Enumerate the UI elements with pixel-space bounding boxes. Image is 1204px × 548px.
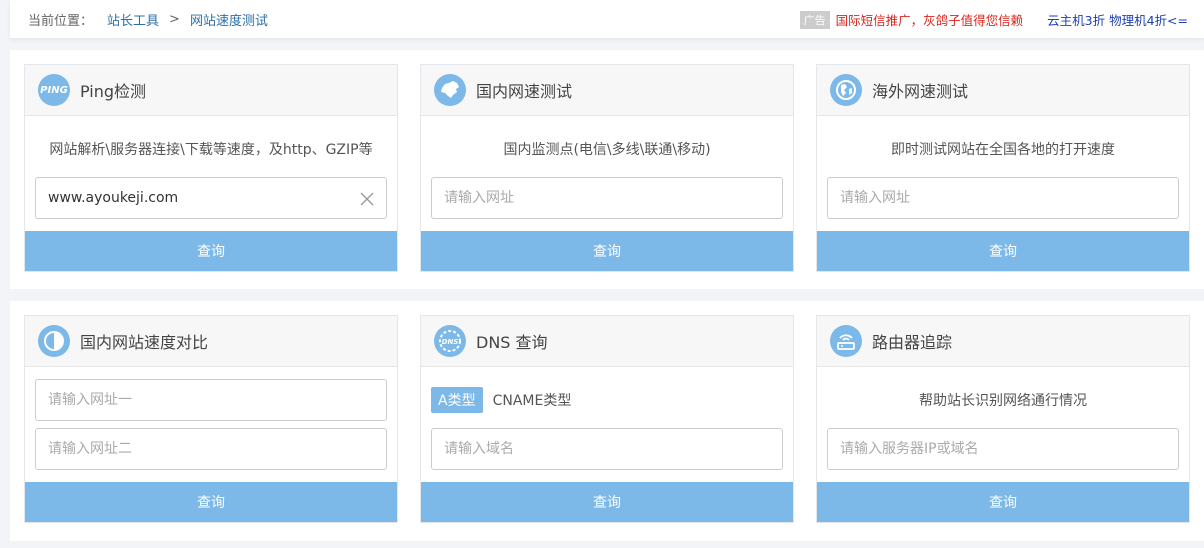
card-compare-speed: 国内网站速度对比 查询 bbox=[24, 315, 398, 523]
card-header: 国内网站速度对比 bbox=[25, 316, 397, 367]
ping-query-button[interactable]: 查询 bbox=[25, 231, 397, 271]
card-dns: DNS DNS 查询 A类型 CNAME类型 查询 bbox=[420, 315, 794, 523]
ping-url-input[interactable] bbox=[35, 177, 387, 219]
card-title: 海外网速测试 bbox=[872, 82, 969, 101]
compare-url-input-1[interactable] bbox=[35, 379, 387, 421]
china-map-icon bbox=[434, 74, 466, 106]
dns-icon: DNS bbox=[434, 325, 466, 357]
ad-badge: 广告 bbox=[799, 10, 830, 29]
traceroute-input[interactable] bbox=[827, 428, 1179, 470]
tool-row-1: PING Ping检测 网站解析\服务器连接\下载等速度，及http、GZIP等… bbox=[10, 50, 1204, 289]
card-title: Ping检测 bbox=[80, 82, 147, 101]
card-title: 国内网站速度对比 bbox=[80, 333, 209, 352]
card-ping: PING Ping检测 网站解析\服务器连接\下载等速度，及http、GZIP等… bbox=[24, 64, 398, 272]
dns-icon-text: DNS bbox=[442, 338, 459, 346]
card-overseas-speed: 海外网速测试 即时测试网站在全国各地的打开速度 查询 bbox=[816, 64, 1190, 272]
dns-type-cname[interactable]: CNAME类型 bbox=[493, 390, 572, 410]
ad-link-sms[interactable]: 国际短信推广，灰鸽子值得您信赖 bbox=[836, 10, 1024, 29]
globe-icon bbox=[830, 74, 862, 106]
card-header: PING Ping检测 bbox=[25, 65, 397, 116]
breadcrumb-link-tools[interactable]: 站长工具 bbox=[107, 10, 159, 29]
card-description: 帮助站长识别网络通行情况 bbox=[919, 393, 1087, 409]
ping-icon-text: PING bbox=[40, 84, 68, 96]
card-title: 国内网速测试 bbox=[476, 82, 573, 101]
compare-url-input-2[interactable] bbox=[35, 428, 387, 470]
card-header: 国内网速测试 bbox=[421, 65, 793, 116]
dns-type-a[interactable]: A类型 bbox=[431, 387, 483, 413]
card-title: 路由器追踪 bbox=[872, 333, 953, 352]
compare-query-button[interactable]: 查询 bbox=[25, 482, 397, 522]
clear-icon[interactable] bbox=[359, 191, 375, 207]
breadcrumb-label: 当前位置： bbox=[28, 14, 94, 29]
ad-area: 广告 国际短信推广，灰鸽子值得您信赖 云主机3折 物理机4折<= bbox=[799, 10, 1188, 29]
card-domestic-speed: 国内网速测试 国内监测点(电信\多线\联通\移动) 查询 bbox=[420, 64, 794, 272]
card-title: DNS 查询 bbox=[476, 333, 548, 352]
overseas-query-button[interactable]: 查询 bbox=[817, 231, 1189, 271]
breadcrumb-link-speed-test[interactable]: 网站速度测试 bbox=[190, 10, 268, 29]
ping-icon: PING bbox=[38, 74, 70, 106]
dns-type-selector: A类型 CNAME类型 bbox=[431, 387, 571, 413]
ad-link-hosting[interactable]: 云主机3折 物理机4折<= bbox=[1047, 10, 1188, 29]
breadcrumb: 当前位置： 站长工具 > 网站速度测试 bbox=[28, 10, 268, 29]
overseas-url-input[interactable] bbox=[827, 177, 1179, 219]
card-header: 海外网速测试 bbox=[817, 65, 1189, 116]
traceroute-query-button[interactable]: 查询 bbox=[817, 482, 1189, 522]
card-traceroute: 路由器追踪 帮助站长识别网络通行情况 查询 bbox=[816, 315, 1190, 523]
half-circle-icon bbox=[38, 325, 70, 357]
dns-query-button[interactable]: 查询 bbox=[421, 482, 793, 522]
card-description: 即时测试网站在全国各地的打开速度 bbox=[891, 142, 1115, 158]
card-description: 网站解析\服务器连接\下载等速度，及http、GZIP等 bbox=[49, 142, 373, 158]
breadcrumb-separator: > bbox=[169, 12, 180, 27]
dns-domain-input[interactable] bbox=[431, 428, 783, 470]
domestic-url-input[interactable] bbox=[431, 177, 783, 219]
tool-row-2: 国内网站速度对比 查询 DNS DNS 查询 A类型 CNAME类型 查询 bbox=[10, 301, 1204, 541]
domestic-query-button[interactable]: 查询 bbox=[421, 231, 793, 271]
router-icon bbox=[830, 325, 862, 357]
top-bar: 当前位置： 站长工具 > 网站速度测试 广告 国际短信推广，灰鸽子值得您信赖 云… bbox=[10, 0, 1204, 38]
card-header: DNS DNS 查询 bbox=[421, 316, 793, 367]
card-description: 国内监测点(电信\多线\联通\移动) bbox=[503, 142, 711, 158]
card-header: 路由器追踪 bbox=[817, 316, 1189, 367]
